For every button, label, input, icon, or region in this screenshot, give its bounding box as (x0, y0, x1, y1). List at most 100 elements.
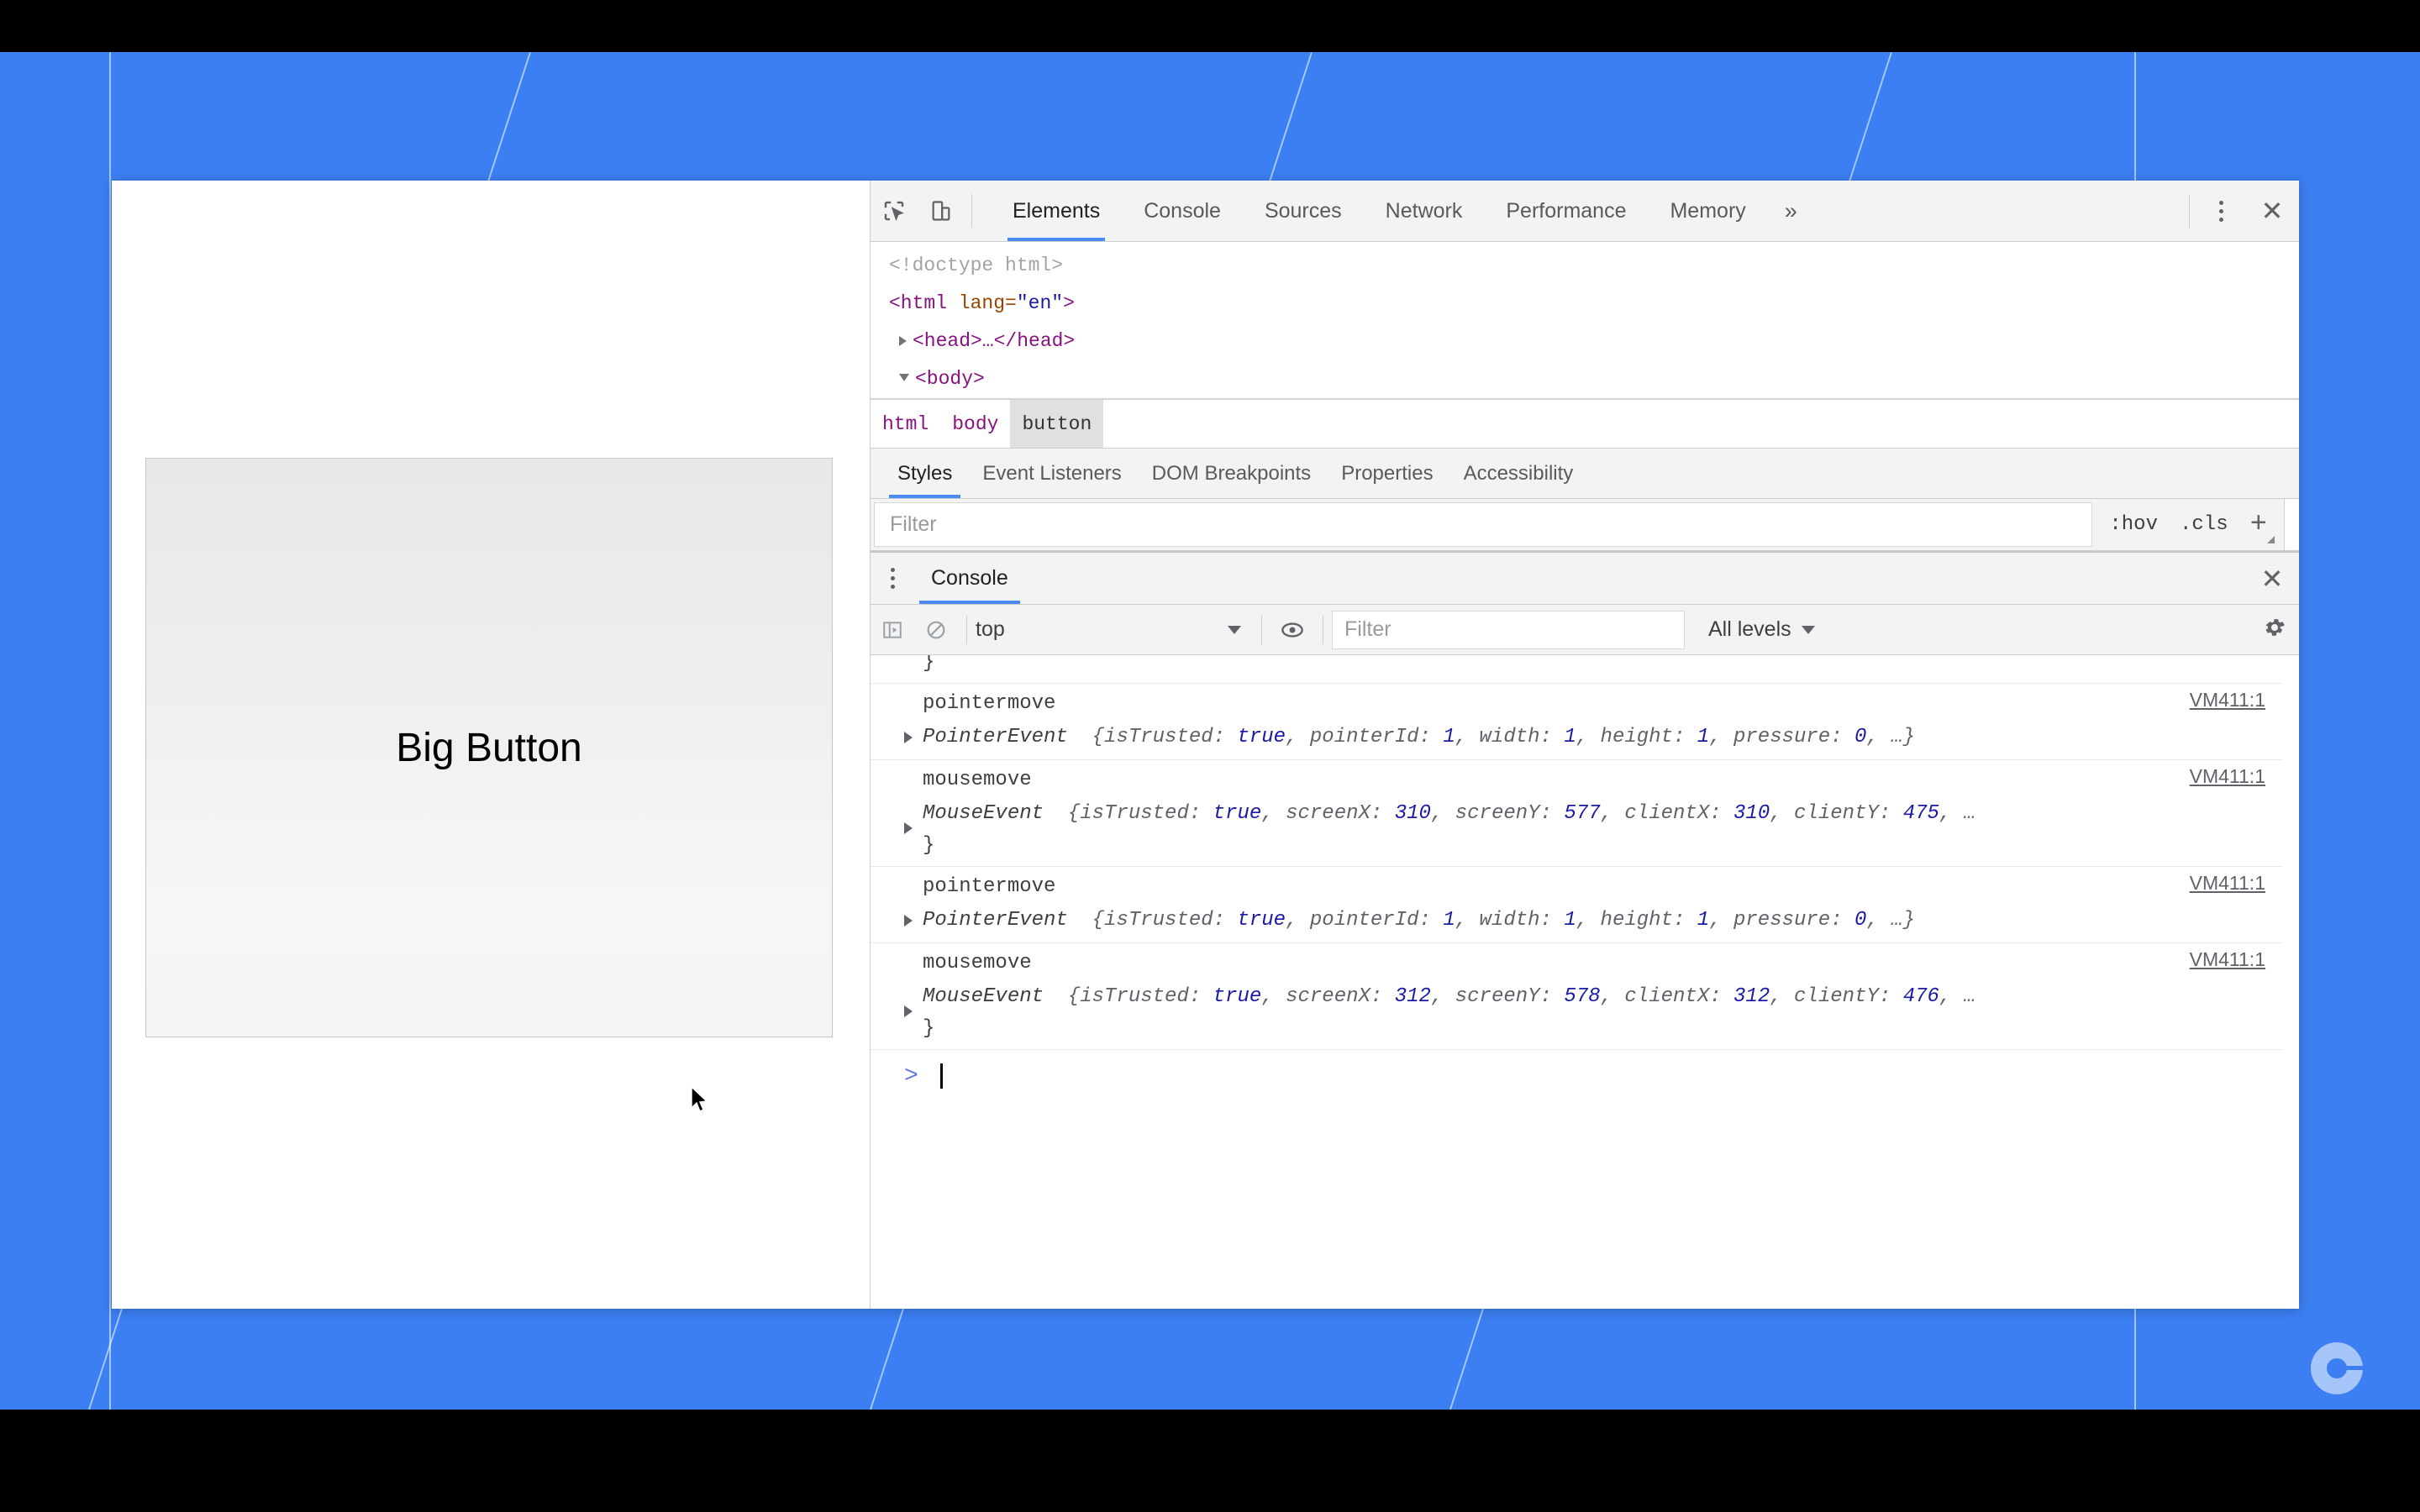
dom-line-button-open[interactable]: … <button> (871, 396, 2299, 399)
console-prompt[interactable]: > (871, 1050, 2299, 1102)
console-object-wrap: } (923, 834, 935, 857)
expand-head-triangle-icon[interactable] (899, 335, 907, 346)
devtools-main-toolbar: Elements Console Sources Network Perform… (871, 181, 2299, 242)
expand-object-triangle-icon[interactable] (904, 732, 913, 743)
log-level-select[interactable]: All levels (1708, 617, 1815, 642)
console-event-name: mousemove (923, 952, 1032, 974)
big-button-label: Big Button (396, 725, 582, 770)
more-tabs-button[interactable]: » (1768, 181, 1814, 241)
clear-console-icon[interactable] (914, 619, 958, 641)
object-props: {isTrusted: true, pointerId: 1, width: 1… (1080, 726, 1916, 748)
breadcrumb: html body button (871, 400, 2299, 449)
console-event-name: pointermove (923, 692, 1056, 715)
big-button[interactable]: Big Button (145, 458, 833, 1037)
toggle-hover-states-button[interactable]: :hov (2109, 513, 2158, 536)
collapse-body-triangle-icon[interactable] (899, 373, 909, 381)
chevron-down-icon (1228, 625, 1241, 634)
page-viewport: Big Button (112, 181, 870, 1309)
styles-filter-row: Filter :hov .cls + (871, 499, 2299, 551)
prompt-text-caret (939, 1063, 943, 1089)
object-props: {isTrusted: true, screenX: 312, screenY:… (1055, 985, 1976, 1008)
console-event-name: pointermove (923, 875, 1056, 898)
console-source-link[interactable]: VM411:1 (2190, 765, 2265, 788)
console-object-wrap: } (923, 1017, 935, 1040)
drawer-more-options-icon[interactable] (871, 553, 914, 604)
close-devtools-button[interactable]: ✕ (2245, 181, 2299, 241)
tab-dom-breakpoints[interactable]: DOM Breakpoints (1137, 449, 1326, 498)
breadcrumb-item-button[interactable]: button (1010, 400, 1104, 448)
new-style-rule-button[interactable]: + (2250, 511, 2275, 543)
execution-context-value: top (976, 617, 1005, 641)
console-message[interactable]: pointermove PointerEvent {isTrusted: tru… (871, 867, 2299, 943)
console-event-name: mousemove (923, 769, 1032, 791)
toolbar-divider (966, 615, 967, 644)
more-options-icon[interactable] (2196, 181, 2245, 241)
log-level-value: All levels (1708, 617, 1791, 641)
dom-ellipsis-icon[interactable]: … (884, 396, 897, 399)
console-object-preview[interactable]: PointerEvent {isTrusted: true, pointerId… (871, 904, 2299, 937)
tab-elements[interactable]: Elements (991, 181, 1122, 241)
console-object-preview[interactable]: MouseEvent {isTrusted: true, screenX: 31… (871, 980, 2299, 1017)
inspect-element-icon[interactable] (871, 181, 918, 241)
console-message[interactable]: mousemove MouseEvent {isTrusted: true, s… (871, 943, 2299, 1050)
dom-line-html[interactable]: <html lang="en"> (871, 285, 2299, 323)
prompt-chevron-icon: > (904, 1063, 918, 1089)
breadcrumb-item-body[interactable]: body (940, 400, 1010, 448)
console-message[interactable]: pointermove PointerEvent {isTrusted: tru… (871, 684, 2299, 760)
console-message[interactable]: mousemove MouseEvent {isTrusted: true, s… (871, 760, 2299, 867)
tab-styles[interactable]: Styles (882, 449, 967, 498)
chevron-down-icon (1801, 625, 1815, 634)
tab-console[interactable]: Console (1122, 181, 1243, 241)
styles-pane-tabstrip: Styles Event Listeners DOM Breakpoints P… (871, 449, 2299, 499)
expand-object-triangle-icon[interactable] (904, 915, 913, 927)
styles-filter-input[interactable]: Filter (874, 502, 2093, 547)
tab-event-listeners[interactable]: Event Listeners (967, 449, 1136, 498)
console-scroll-gutter[interactable] (2282, 655, 2299, 1309)
console-messages[interactable]: } pointermove PointerEvent {isTrusted: t… (871, 655, 2299, 1309)
object-props: {isTrusted: true, screenX: 310, screenY:… (1055, 802, 1976, 825)
drawer-tab-console[interactable]: Console (914, 553, 1025, 604)
breadcrumb-item-html[interactable]: html (871, 400, 940, 448)
execution-context-select[interactable]: top (976, 617, 1253, 642)
console-sidebar-icon[interactable] (871, 619, 914, 641)
console-partial-line: } (871, 655, 2299, 684)
device-toolbar-icon[interactable] (918, 181, 965, 241)
expand-object-triangle-icon[interactable] (904, 822, 913, 834)
tab-network[interactable]: Network (1364, 181, 1485, 241)
styles-pane-gutter (2284, 499, 2299, 550)
object-props: {isTrusted: true, pointerId: 1, width: 1… (1080, 909, 1916, 932)
wallpaper-line (109, 52, 111, 1410)
dom-line-doctype: <!doctype html> (889, 255, 1064, 276)
console-object-preview[interactable]: PointerEvent {isTrusted: true, pointerId… (871, 721, 2299, 754)
toolbar-divider (2189, 194, 2190, 228)
dom-tree[interactable]: <!doctype html> <html lang="en"> <head>…… (871, 242, 2299, 400)
console-source-link[interactable]: VM411:1 (2190, 689, 2265, 711)
console-filter-input[interactable]: Filter (1332, 610, 1685, 649)
toolbar-divider (1261, 615, 1262, 644)
console-source-link[interactable]: VM411:1 (2190, 948, 2265, 971)
browser-window: Big Button Elements Console Sources Netw… (112, 181, 2299, 1309)
dom-line-body[interactable]: <body> (871, 360, 2299, 398)
expand-object-triangle-icon[interactable] (904, 1005, 913, 1017)
drawer-header: Console ✕ (871, 553, 2299, 605)
devtools-panel: Elements Console Sources Network Perform… (870, 181, 2299, 1309)
toolbar-divider (971, 194, 972, 228)
tab-memory[interactable]: Memory (1648, 181, 1767, 241)
dom-line-head[interactable]: <head>…</head> (871, 323, 2299, 360)
console-object-preview[interactable]: MouseEvent {isTrusted: true, screenX: 31… (871, 797, 2299, 834)
tab-sources[interactable]: Sources (1243, 181, 1364, 241)
toggle-element-classes-button[interactable]: .cls (2180, 513, 2228, 536)
devtools-tabstrip: Elements Console Sources Network Perform… (991, 181, 1814, 241)
tab-performance[interactable]: Performance (1484, 181, 1648, 241)
devtools-toolbar-right: ✕ (2182, 181, 2299, 241)
live-expression-icon[interactable] (1270, 618, 1314, 642)
tab-properties[interactable]: Properties (1326, 449, 1448, 498)
close-drawer-button[interactable]: ✕ (2245, 553, 2299, 604)
tab-accessibility[interactable]: Accessibility (1449, 449, 1589, 498)
gear-icon[interactable] (2262, 615, 2287, 644)
console-drawer: Console ✕ top Filter All levels} pointe… (871, 551, 2299, 1309)
console-toolbar: top Filter All levels (871, 605, 2299, 655)
styles-filter-actions: :hov .cls + (2092, 499, 2284, 550)
console-source-link[interactable]: VM411:1 (2190, 872, 2265, 895)
mouse-pointer-icon (691, 1086, 708, 1112)
